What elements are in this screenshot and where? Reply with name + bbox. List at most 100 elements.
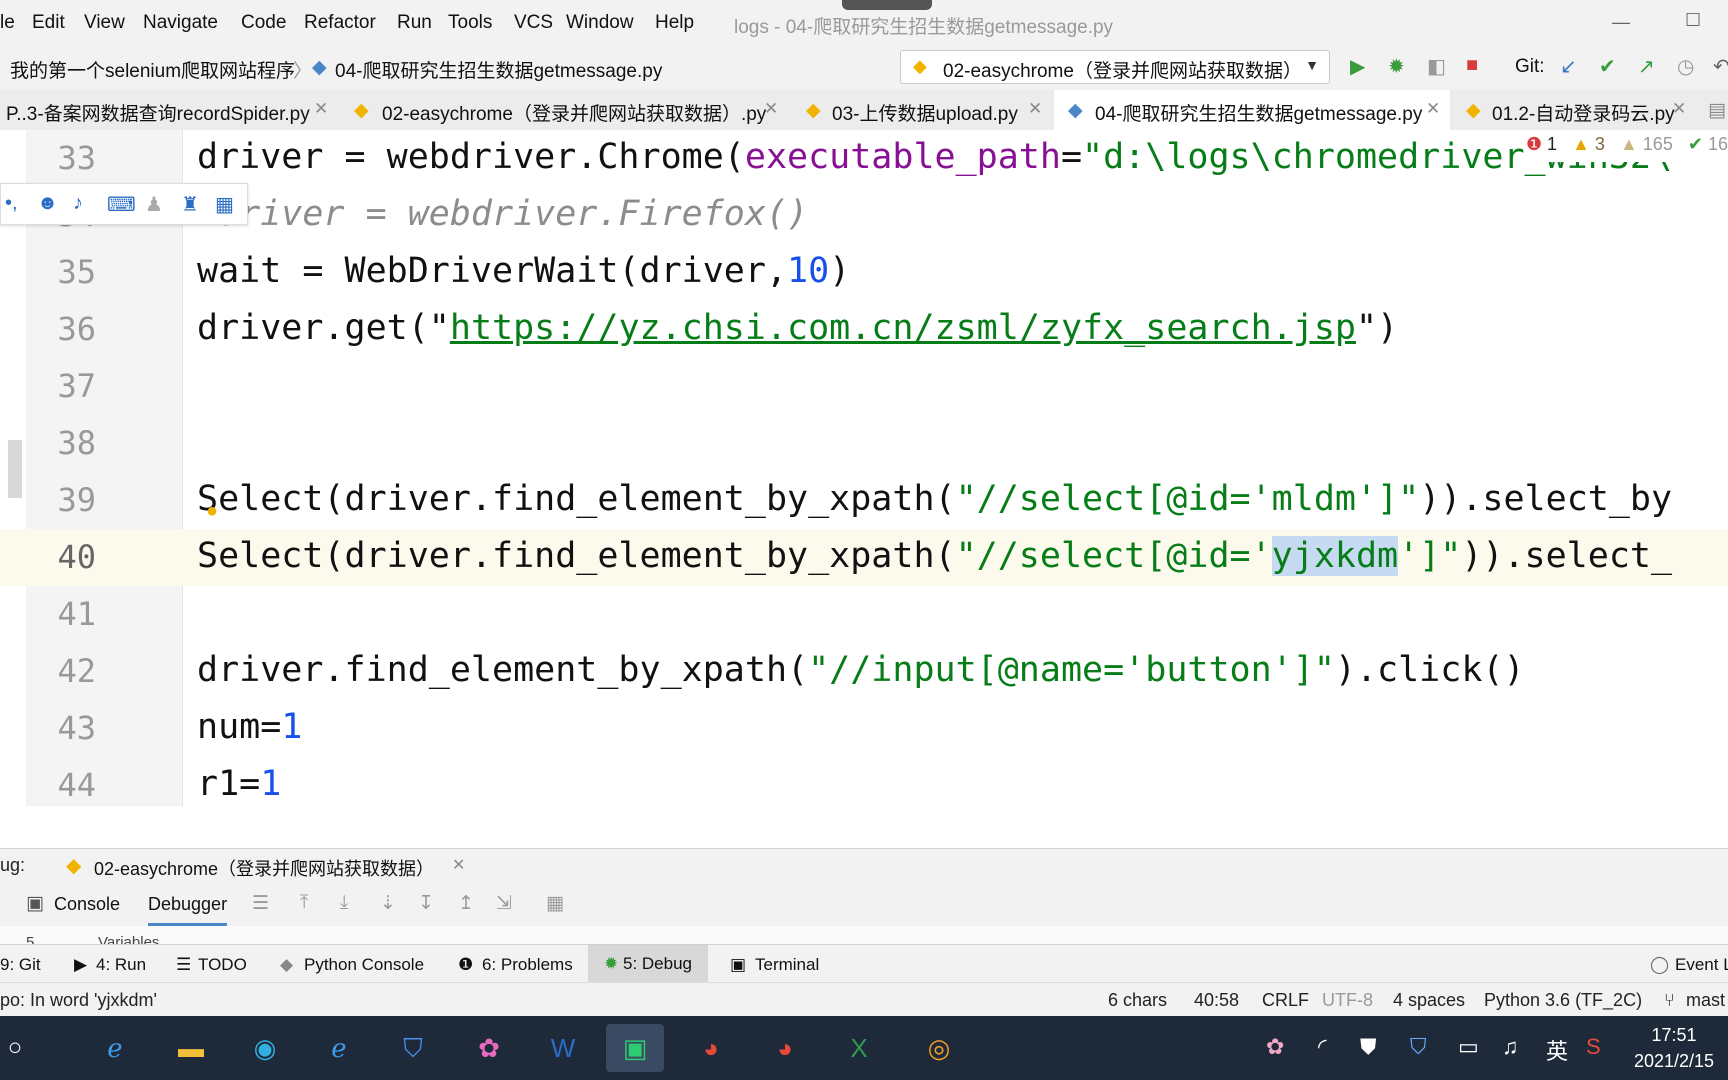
line-separator[interactable]: CRLF: [1262, 990, 1309, 1011]
git-update-icon[interactable]: ↙: [1560, 54, 1577, 79]
close-icon[interactable]: ✕: [314, 99, 328, 119]
git-rollback-icon[interactable]: ↶: [1713, 54, 1728, 79]
menu-tools[interactable]: Tools: [448, 12, 492, 34]
search-icon[interactable]: ○: [0, 1024, 30, 1072]
close-icon[interactable]: ✕: [1672, 99, 1686, 119]
lightbulb-icon[interactable]: ●: [206, 500, 218, 523]
menu-view[interactable]: View: [84, 12, 125, 34]
code-line-42[interactable]: 42 driver.find_element_by_xpath("//input…: [0, 643, 1728, 700]
maximize-icon[interactable]: ☐: [1685, 10, 1701, 31]
close-icon[interactable]: ✕: [764, 99, 778, 119]
toolwindow-run[interactable]: 4: Run: [96, 955, 146, 975]
code-line-41[interactable]: 41: [0, 586, 1728, 643]
git-push-icon[interactable]: ↗: [1638, 54, 1655, 79]
code-line-43[interactable]: 43 num=1: [0, 700, 1728, 757]
debug-icon[interactable]: ✹: [1388, 54, 1405, 79]
menu-edit[interactable]: Edit: [32, 12, 65, 34]
tab-easychrome[interactable]: ◆ 02-easychrome（登录并爬网站获取数据）.py ✕: [340, 90, 792, 130]
code-line-33[interactable]: 33 driver = webdriver.Chrome(executable_…: [0, 130, 1728, 187]
step-out-icon[interactable]: ↥: [458, 892, 474, 915]
step-into-my-code-icon[interactable]: ↧: [418, 892, 434, 915]
tab-upload[interactable]: ◆ 03-上传数据upload.py ✕: [792, 90, 1054, 130]
more-tabs-icon[interactable]: ▤: [1708, 99, 1726, 122]
stop-icon[interactable]: ■: [1466, 54, 1478, 77]
selected-text[interactable]: yjxkdm: [1271, 536, 1399, 576]
keyboard-icon[interactable]: ⌨: [107, 192, 136, 217]
indent-setting[interactable]: 4 spaces: [1393, 990, 1465, 1011]
menu-help[interactable]: Help: [655, 12, 694, 34]
system-clock[interactable]: 17:51 2021/2/15: [1620, 1022, 1728, 1074]
menu-code[interactable]: Code: [241, 12, 286, 34]
pycharm-icon[interactable]: ▣: [606, 1024, 664, 1072]
url-link[interactable]: https://yz.chsi.com.cn/zsml/zyfx_search.…: [450, 308, 1356, 348]
tab-getmessage[interactable]: ◆ 04-爬取研究生招生数据getmessage.py ✕: [1054, 90, 1450, 133]
run-icon[interactable]: ▶: [1350, 54, 1365, 79]
chrome-icon-2[interactable]: ◕: [756, 1024, 814, 1072]
code-line-40[interactable]: 40 Select(driver.find_element_by_xpath("…: [0, 529, 1728, 586]
code-line-34[interactable]: 34 #driver = webdriver.Firefox(): [0, 187, 1728, 244]
tab-debugger[interactable]: Debugger: [148, 894, 228, 926]
microphone-icon[interactable]: ♪: [73, 192, 83, 215]
code-line-44[interactable]: 44 r1=1: [0, 757, 1728, 806]
menu-window[interactable]: Window: [566, 12, 634, 34]
minimize-icon[interactable]: ―: [1612, 12, 1630, 33]
git-commit-icon[interactable]: ✔: [1599, 54, 1616, 79]
coverage-icon[interactable]: ◧: [1427, 54, 1446, 79]
menu-icon[interactable]: ☰: [252, 892, 269, 915]
edge-icon[interactable]: ◉: [236, 1024, 294, 1072]
code-line-36[interactable]: 36 driver.get("https://yz.chsi.com.cn/zs…: [0, 301, 1728, 358]
skin-icon[interactable]: ♜: [181, 192, 199, 217]
close-icon[interactable]: ✕: [452, 855, 465, 875]
toolwindow-git[interactable]: 9: Git: [0, 955, 41, 975]
run-to-cursor-icon[interactable]: ⇲: [496, 892, 512, 915]
folder-icon[interactable]: ▬: [162, 1024, 220, 1072]
breadcrumb-project[interactable]: 我的第一个selenium爬取网站程序: [10, 56, 295, 83]
code-line-35[interactable]: 35 wait = WebDriverWait(driver,10): [0, 244, 1728, 301]
toolwindow-event-log[interactable]: Event L: [1675, 955, 1728, 975]
inspection-widget[interactable]: ❶ 1 ▲ 3 ▲ 165 ✔ 16: [1525, 134, 1728, 162]
tab-recordspider[interactable]: P..3-备案网数据查询recordSpider.py ✕: [0, 90, 340, 130]
ie-icon[interactable]: ℯ: [86, 1024, 144, 1072]
python-interpreter[interactable]: Python 3.6 (TF_2C): [1484, 990, 1642, 1011]
toolwindow-python-console[interactable]: Python Console: [304, 955, 424, 975]
run-configuration-select[interactable]: ◆ 02-easychrome（登录并爬网站获取数据） ▼: [900, 50, 1330, 84]
close-icon[interactable]: ✕: [1028, 99, 1042, 119]
toolwindow-terminal[interactable]: Terminal: [755, 955, 819, 975]
close-icon[interactable]: ✕: [1426, 99, 1440, 119]
menu-run[interactable]: Run: [397, 12, 432, 34]
photos-icon[interactable]: ✿: [460, 1024, 518, 1072]
menu-navigate[interactable]: Navigate: [143, 12, 218, 34]
media-player-icon[interactable]: ◎: [910, 1024, 968, 1072]
tab-login-gitee[interactable]: ◆ 01.2-自动登录码云.py ✕: [1450, 90, 1698, 130]
security-icon[interactable]: ⛊: [1360, 1034, 1377, 1060]
ime-indicator[interactable]: 英: [1546, 1034, 1568, 1066]
toolwindow-problems[interactable]: 6: Problems: [482, 955, 573, 975]
step-over-icon[interactable]: ⤓: [340, 892, 348, 914]
excel-icon[interactable]: X: [830, 1024, 888, 1072]
emoji-icon[interactable]: ☻: [37, 192, 58, 215]
battery-icon[interactable]: ▭: [1458, 1034, 1479, 1060]
code-line-37[interactable]: 37: [0, 358, 1728, 415]
ie-icon-2[interactable]: ℯ: [310, 1024, 368, 1072]
git-history-icon[interactable]: ◷: [1677, 54, 1694, 79]
caret-position[interactable]: 40:58: [1194, 990, 1239, 1011]
shield-app-icon[interactable]: ⛉: [384, 1024, 442, 1072]
word-icon[interactable]: W: [534, 1024, 592, 1072]
tab-console[interactable]: Console: [54, 894, 120, 915]
menu-vcs[interactable]: VCS: [514, 12, 553, 34]
code-line-39[interactable]: 39 Select(driver.find_element_by_xpath("…: [0, 472, 1728, 529]
breadcrumb-file[interactable]: 04-爬取研究生招生数据getmessage.py: [335, 56, 662, 83]
menu-refactor[interactable]: Refactor: [304, 12, 376, 34]
toolwindow-debug[interactable]: ✹ 5: Debug: [588, 945, 708, 983]
grid-icon[interactable]: ▦: [215, 192, 234, 217]
menu-file[interactable]: le: [0, 12, 15, 34]
toolwindow-todo[interactable]: TODO: [198, 955, 247, 975]
evaluate-expression-icon[interactable]: ▦: [546, 892, 564, 915]
frames-select[interactable]: 5: [26, 934, 34, 944]
code-editor[interactable]: 33 driver = webdriver.Chrome(executable_…: [0, 130, 1728, 806]
punctuation-icon[interactable]: •,: [5, 192, 18, 215]
flower-tray-icon[interactable]: ✿: [1266, 1034, 1284, 1060]
chrome-icon[interactable]: ◕: [682, 1024, 740, 1072]
git-branch[interactable]: mast: [1686, 990, 1725, 1011]
step-into-icon[interactable]: ⇣: [380, 892, 396, 915]
